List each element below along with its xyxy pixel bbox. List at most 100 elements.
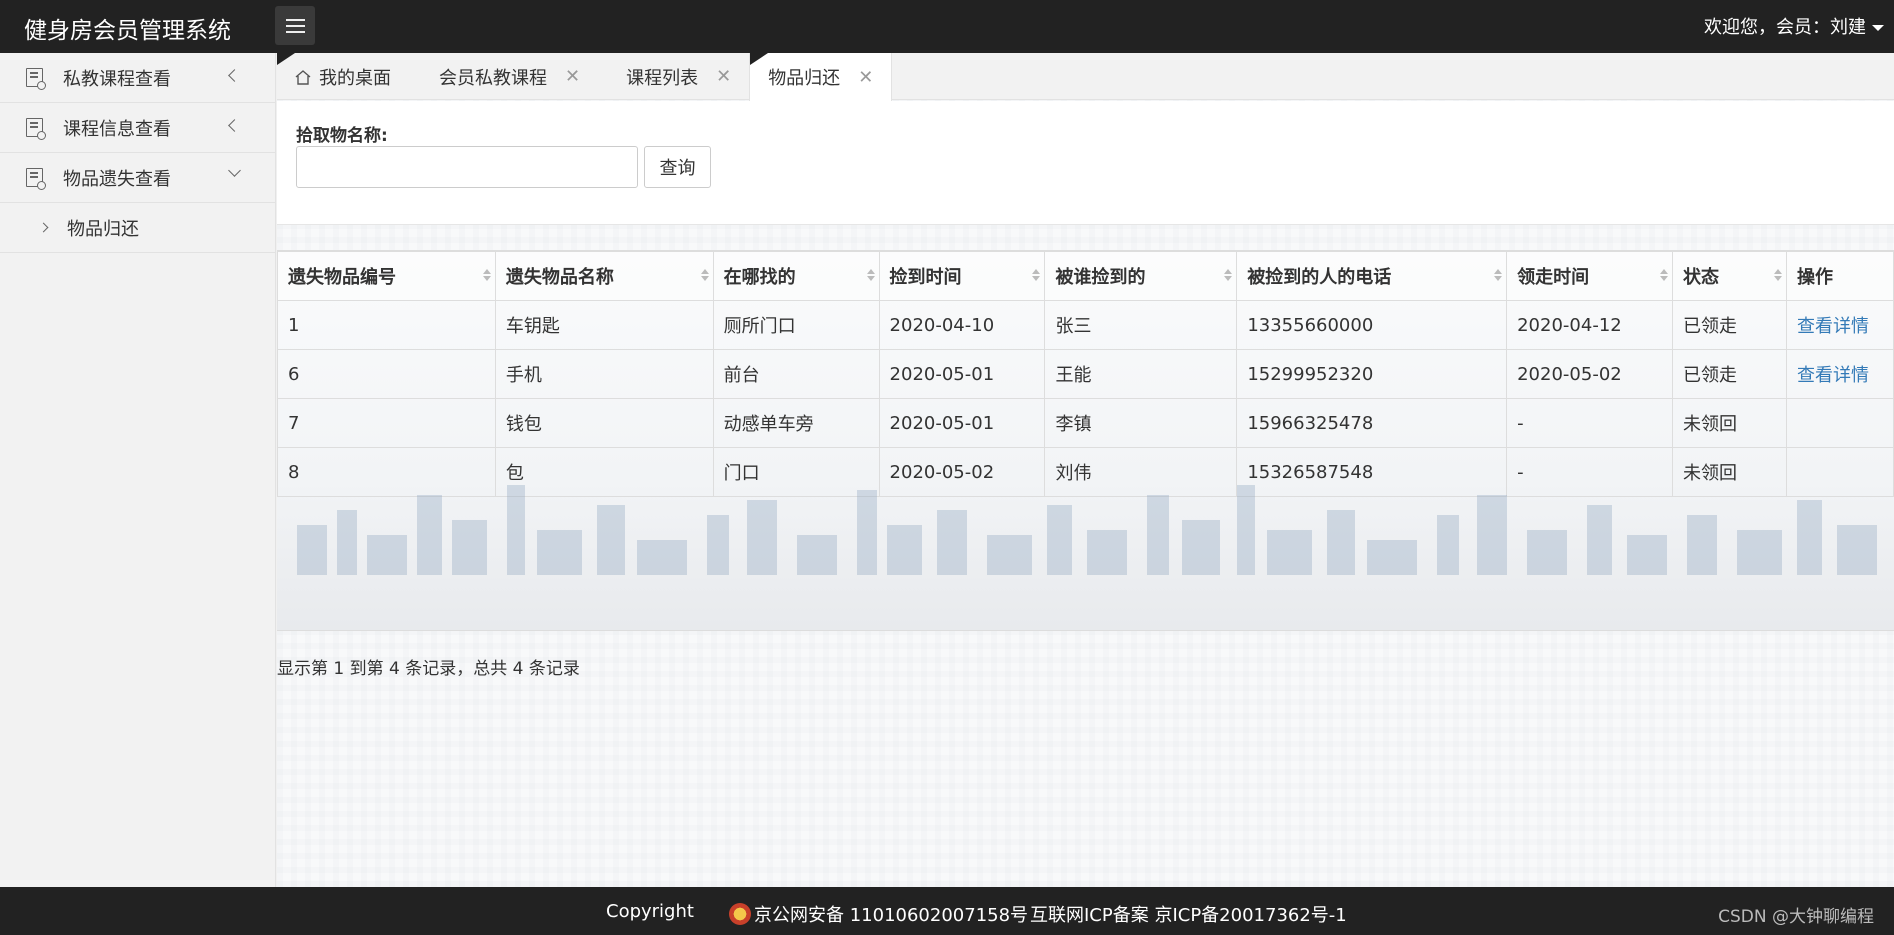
sidebar-subitem-item-return[interactable]: 物品归还 <box>0 203 275 253</box>
table-cell: 1 <box>277 300 496 350</box>
tab-corner-marker <box>750 53 769 65</box>
document-icon <box>26 118 46 140</box>
chevron-left-icon <box>228 119 241 132</box>
view-details-link[interactable]: 查看详情 <box>1797 316 1869 337</box>
sidebar-item-label: 物品遗失查看 <box>63 168 171 190</box>
search-input[interactable] <box>296 146 638 188</box>
table-cell: 未领回 <box>1672 398 1787 448</box>
tab-bar: 我的桌面 会员私教课程 ✕ 课程列表 ✕ 物品归还 ✕ <box>277 53 1894 101</box>
column-header-label: 捡到时间 <box>889 267 962 288</box>
column-header[interactable]: 领走时间 <box>1506 251 1674 301</box>
table-cell: 2020-05-01 <box>878 398 1046 448</box>
lost-items-table: 遗失物品编号 遗失物品名称 在哪找的 捡到时间 被谁捡到的 被捡到的人的电话 领… <box>277 251 1894 497</box>
table-cell <box>1785 398 1894 448</box>
tab-course-list[interactable]: 课程列表 ✕ <box>598 53 749 100</box>
tab-desktop[interactable]: 我的桌面 <box>277 53 409 100</box>
pagination-info: 显示第 1 到第 4 条记录，总共 4 条记录 <box>277 659 580 679</box>
sidebar: 私教课程查看 课程信息查看 物品遗失查看 物品归还 <box>0 53 276 887</box>
chevron-left-icon <box>228 69 241 82</box>
home-icon <box>295 69 311 85</box>
table-cell: 2020-05-01 <box>878 349 1046 399</box>
column-header-label: 遗失物品名称 <box>505 267 614 288</box>
icp-record-link[interactable]: 互联网ICP备案 京ICP备20017362号-1 <box>1030 901 1347 927</box>
tab-label: 我的桌面 <box>319 67 391 89</box>
tab-item-return[interactable]: 物品归还 ✕ <box>749 53 893 101</box>
table-cell: - <box>1506 398 1674 448</box>
column-header-label: 状态 <box>1683 267 1720 288</box>
search-button[interactable]: 查询 <box>644 146 711 188</box>
main-content: 我的桌面 会员私教课程 ✕ 课程列表 ✕ 物品归还 ✕ 拾取物名称: 查询 遗失… <box>277 53 1894 887</box>
csdn-watermark: CSDN @大钟聊编程 <box>1718 907 1874 927</box>
table-cell: 李镇 <box>1044 398 1238 448</box>
table-container: 遗失物品编号 遗失物品名称 在哪找的 捡到时间 被谁捡到的 被捡到的人的电话 领… <box>277 250 1894 631</box>
close-icon[interactable]: ✕ <box>858 67 873 88</box>
table-cell: 7 <box>277 398 496 448</box>
table-cell: 厕所门口 <box>712 300 880 350</box>
table-cell: 已领走 <box>1672 349 1787 399</box>
tab-label: 课程列表 <box>626 67 699 89</box>
table-cell: 张三 <box>1044 300 1238 350</box>
column-header-label: 操作 <box>1796 267 1833 288</box>
view-details-link[interactable]: 查看详情 <box>1797 365 1869 386</box>
table-row: 1 车钥匙 厕所门口 2020-04-10 张三 13355660000 202… <box>277 300 1894 350</box>
table-cell: 2020-04-10 <box>878 300 1046 350</box>
user-menu[interactable]: 欢迎您，会员：刘建 <box>1704 13 1884 39</box>
column-header[interactable]: 遗失物品编号 <box>277 251 496 301</box>
table-header-row: 遗失物品编号 遗失物品名称 在哪找的 捡到时间 被谁捡到的 被捡到的人的电话 领… <box>277 251 1894 301</box>
document-icon <box>26 68 46 90</box>
table-cell: 15299952320 <box>1236 349 1508 399</box>
table-row: 6 手机 前台 2020-05-01 王能 15299952320 2020-0… <box>277 349 1894 399</box>
column-header-label: 被谁捡到的 <box>1055 267 1146 288</box>
column-header-label: 领走时间 <box>1517 267 1590 288</box>
copyright-text: Copyright <box>606 901 694 922</box>
police-emblem-icon <box>729 903 751 925</box>
sidebar-item-private-courses[interactable]: 私教课程查看 <box>0 53 275 103</box>
table-cell: 15966325478 <box>1236 398 1508 448</box>
sidebar-item-label: 课程信息查看 <box>63 118 171 140</box>
column-header-label: 被捡到的人的电话 <box>1247 267 1392 288</box>
sidebar-subitem-label: 物品归还 <box>67 218 139 240</box>
chevron-down-icon <box>228 164 241 177</box>
column-header[interactable]: 在哪找的 <box>712 251 880 301</box>
tab-label: 物品归还 <box>768 68 841 89</box>
column-header[interactable]: 被谁捡到的 <box>1044 251 1238 301</box>
column-header[interactable]: 捡到时间 <box>878 251 1046 301</box>
top-bar: 健身房会员管理系统 欢迎您，会员：刘建 <box>0 0 1894 53</box>
column-header[interactable]: 状态 <box>1672 251 1787 301</box>
caret-down-icon <box>1872 25 1884 31</box>
hamburger-icon-line <box>285 30 305 33</box>
table-row: 7 钱包 动感单车旁 2020-05-01 李镇 15966325478 - 未… <box>277 398 1894 448</box>
table-cell: 钱包 <box>494 398 714 448</box>
table-cell: 查看详情 <box>1785 349 1894 399</box>
table-cell: 6 <box>277 349 496 399</box>
table-cell: 查看详情 <box>1785 300 1894 350</box>
police-record-text: 京公网安备 11010602007158号 <box>754 905 1029 926</box>
menu-toggle-button[interactable] <box>275 6 315 45</box>
table-cell: 2020-05-02 <box>1506 349 1674 399</box>
sidebar-item-course-info[interactable]: 课程信息查看 <box>0 103 275 153</box>
column-header-label: 在哪找的 <box>723 267 796 288</box>
chevron-right-icon <box>38 222 49 233</box>
tab-label: 会员私教课程 <box>439 67 547 89</box>
table-cell: 手机 <box>494 349 714 399</box>
tab-member-private-courses[interactable]: 会员私教课程 ✕ <box>409 53 598 100</box>
sidebar-item-label: 私教课程查看 <box>63 68 171 90</box>
close-icon[interactable]: ✕ <box>716 66 731 87</box>
column-header: 操作 <box>1785 251 1894 301</box>
table-cell: 13355660000 <box>1236 300 1508 350</box>
table-cell: 王能 <box>1044 349 1238 399</box>
close-icon[interactable]: ✕ <box>565 66 580 87</box>
table-cell: 已领走 <box>1672 300 1787 350</box>
column-header[interactable]: 遗失物品名称 <box>494 251 714 301</box>
column-header[interactable]: 被捡到的人的电话 <box>1236 251 1508 301</box>
footer: Copyright 京公网安备 11010602007158号 互联网ICP备案… <box>0 887 1894 935</box>
app-title: 健身房会员管理系统 <box>24 18 231 44</box>
search-label: 拾取物名称: <box>296 126 388 146</box>
table-cell: 动感单车旁 <box>712 398 880 448</box>
sidebar-item-lost-items[interactable]: 物品遗失查看 <box>0 153 275 203</box>
table-cell: 前台 <box>712 349 880 399</box>
welcome-text: 欢迎您，会员：刘建 <box>1704 17 1866 38</box>
tab-corner-marker <box>277 53 295 65</box>
search-panel: 拾取物名称: 查询 <box>277 101 1894 225</box>
police-record[interactable]: 京公网安备 11010602007158号 <box>729 901 1028 927</box>
